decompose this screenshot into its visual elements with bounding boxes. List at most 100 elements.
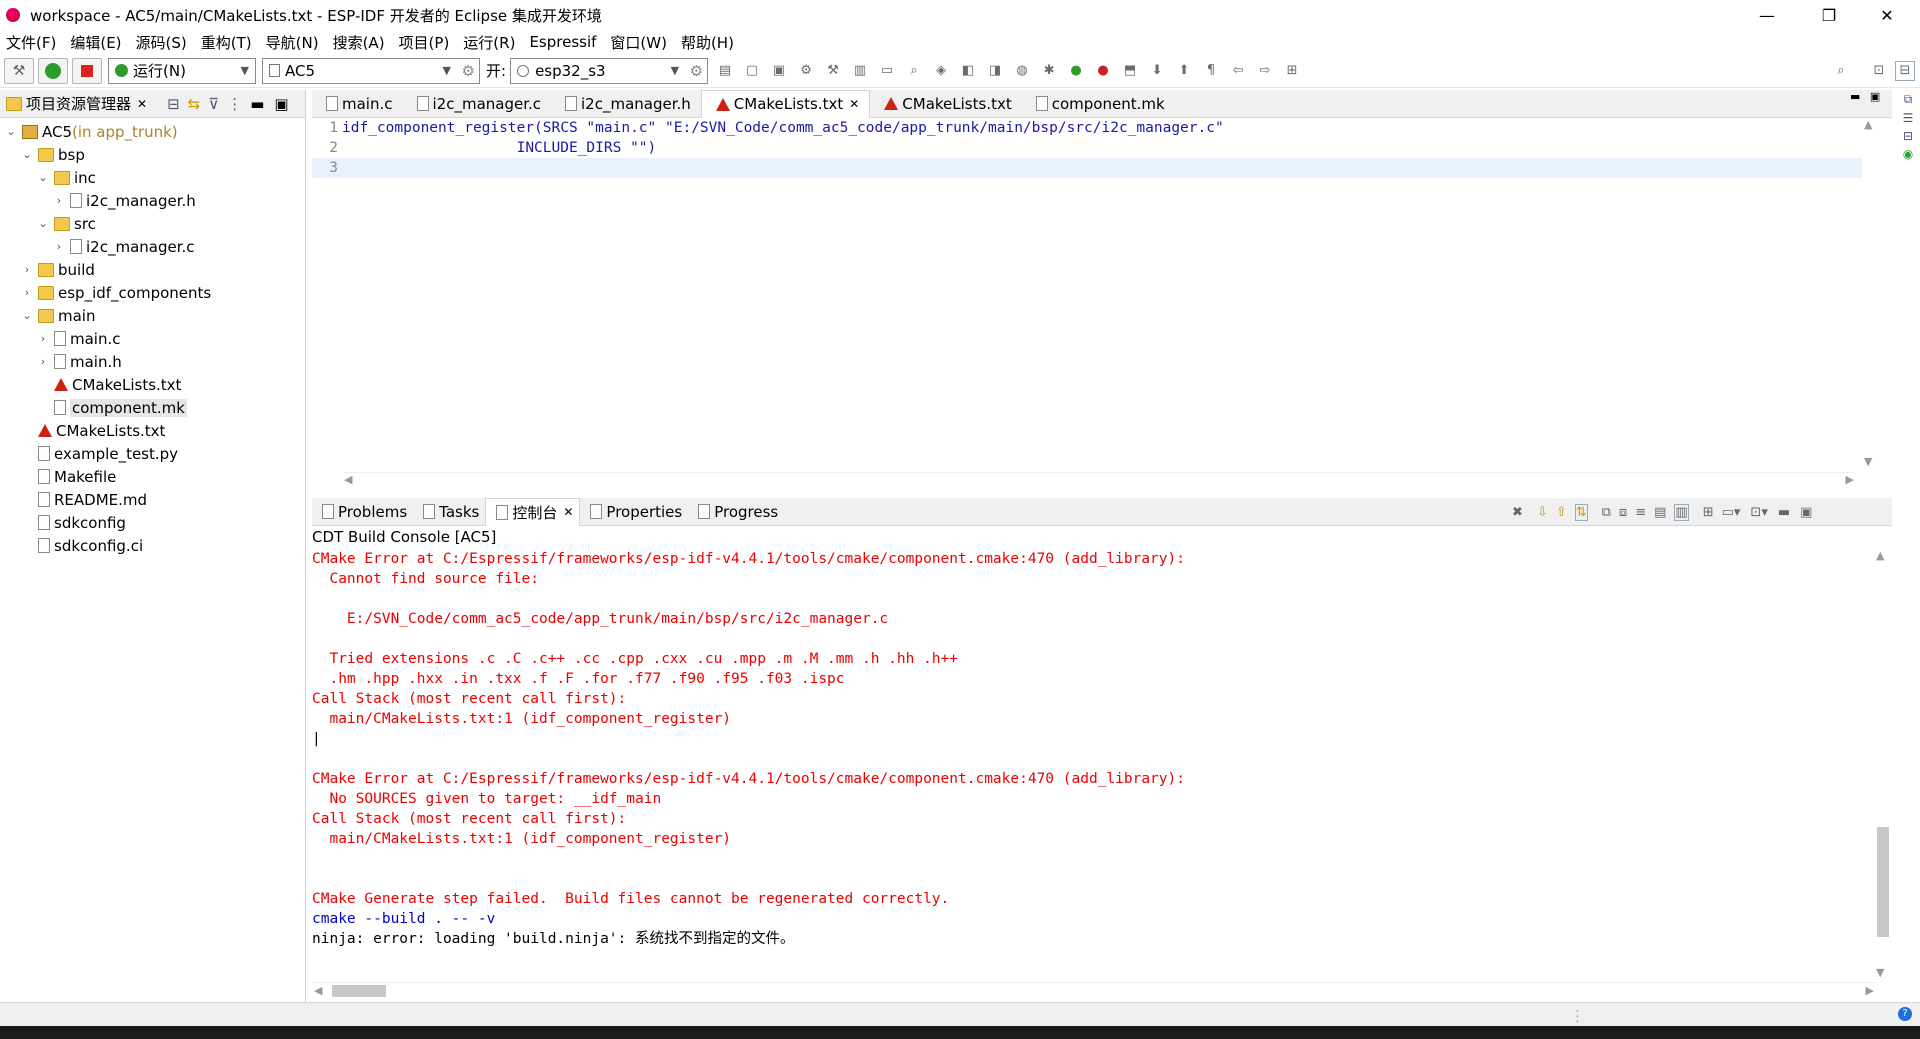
- collapse-all-icon[interactable]: ⊟: [167, 95, 180, 113]
- code-editor[interactable]: 1 idf_component_register(SRCS "main.c" "E…: [312, 118, 1862, 472]
- help-icon[interactable]: ?: [1898, 1007, 1912, 1021]
- chevron-right-icon[interactable]: ›: [36, 332, 50, 345]
- close-icon[interactable]: ✕: [849, 97, 859, 111]
- next-annotation-icon[interactable]: ⬇: [1147, 61, 1167, 81]
- project-explorer-tab[interactable]: 项目资源管理器 ✕ ⊟ ⇆ ⊽ ⋮ ▬ ▣: [0, 90, 305, 118]
- launch-button[interactable]: [38, 57, 68, 84]
- maximize-view-icon[interactable]: ▣: [274, 95, 288, 113]
- scroll-up-icon[interactable]: ▲: [1864, 118, 1872, 131]
- menu-item[interactable]: Espressif: [529, 33, 596, 51]
- menu-item[interactable]: 运行(R): [463, 32, 515, 53]
- chevron-right-icon[interactable]: ›: [52, 240, 66, 253]
- tree-item[interactable]: › esp_idf_components: [0, 281, 305, 304]
- scroll-down-icon[interactable]: ▼: [1864, 455, 1872, 468]
- tree-item[interactable]: CMakeLists.txt: [0, 419, 305, 442]
- debug-icon[interactable]: ✱: [1039, 61, 1059, 81]
- editor-tab[interactable]: main.c: [312, 90, 403, 118]
- scroll-left-icon[interactable]: ◀: [344, 473, 352, 486]
- menu-item[interactable]: 搜索(A): [333, 32, 385, 53]
- scroll-thumb[interactable]: [332, 985, 386, 997]
- chevron-right-icon[interactable]: ›: [20, 263, 34, 276]
- tree-item[interactable]: ⌄ AC5 (in app_trunk): [0, 120, 305, 143]
- editor-tab[interactable]: i2c_manager.c: [403, 90, 552, 118]
- close-icon[interactable]: ✕: [137, 97, 147, 111]
- scroll-right-icon[interactable]: ▶: [1846, 473, 1854, 486]
- scroll-thumb[interactable]: [1877, 827, 1889, 937]
- scroll-down-icon[interactable]: ▼: [1876, 966, 1884, 979]
- forward-icon[interactable]: ⇨: [1255, 61, 1275, 81]
- make-target-icon[interactable]: ◉: [1903, 147, 1913, 161]
- scroll-lock-down-icon[interactable]: ⇩: [1537, 505, 1548, 520]
- tree-item[interactable]: › i2c_manager.c: [0, 235, 305, 258]
- editor-tab[interactable]: i2c_manager.h: [551, 90, 701, 118]
- chevron-down-icon[interactable]: ⌄: [20, 309, 34, 322]
- toggle-mark-icon[interactable]: ¶: [1201, 61, 1221, 81]
- tree-item[interactable]: › main.h: [0, 350, 305, 373]
- clear-console-icon[interactable]: ✖: [1512, 505, 1523, 520]
- tree-item[interactable]: › i2c_manager.h: [0, 189, 305, 212]
- tree-item[interactable]: sdkconfig.ci: [0, 534, 305, 557]
- outline-icon[interactable]: ☰: [1903, 111, 1914, 125]
- tree-item[interactable]: README.md: [0, 488, 305, 511]
- new-project-icon[interactable]: ◈: [931, 61, 951, 81]
- maximize-view-icon[interactable]: ▣: [1800, 505, 1812, 520]
- minimize-view-icon[interactable]: ▬: [1850, 90, 1860, 103]
- chevron-down-icon[interactable]: ⌄: [4, 125, 18, 138]
- tree-item[interactable]: ⌄ bsp: [0, 143, 305, 166]
- prev-annotation-icon[interactable]: ⬆: [1174, 61, 1194, 81]
- include-browser-icon[interactable]: ⊟: [1903, 129, 1913, 143]
- new-console-icon[interactable]: ⊞: [1703, 505, 1714, 520]
- tree-item[interactable]: ⌄ src: [0, 212, 305, 235]
- build-hammer-button[interactable]: ⚒: [4, 57, 34, 84]
- run-icon[interactable]: ●: [1066, 61, 1086, 81]
- save-log-icon[interactable]: ▤: [1654, 505, 1666, 520]
- menu-item[interactable]: 窗口(W): [610, 32, 667, 53]
- menu-item[interactable]: 源码(S): [136, 32, 187, 53]
- open-console-icon[interactable]: ▭▾: [1722, 505, 1741, 520]
- menu-item[interactable]: 项目(P): [399, 32, 450, 53]
- launch-config-select[interactable]: AC5 ▼ ⚙: [262, 57, 480, 84]
- open-type-icon[interactable]: ◍: [1012, 61, 1032, 81]
- chevron-down-icon[interactable]: ⌄: [36, 171, 50, 184]
- editor-tab[interactable]: component.mk: [1022, 90, 1175, 118]
- target-select[interactable]: esp32_s3 ▼ ⚙: [510, 57, 709, 84]
- gear-icon[interactable]: ⚙: [690, 62, 703, 80]
- scroll-lock-up-icon[interactable]: ⇧: [1556, 505, 1567, 520]
- view-menu-icon[interactable]: ⊡▾: [1750, 505, 1767, 520]
- menu-item[interactable]: 导航(N): [266, 32, 319, 53]
- gear-icon[interactable]: ⚙: [462, 62, 475, 80]
- bottom-tab[interactable]: Properties: [580, 498, 688, 526]
- chevron-right-icon[interactable]: ›: [52, 194, 66, 207]
- stop-button[interactable]: [72, 57, 102, 84]
- editor-hscrollbar[interactable]: ◀ ▶: [344, 472, 1854, 486]
- view-menu-icon[interactable]: ⋮: [227, 95, 242, 113]
- tree-item[interactable]: ⌄ main: [0, 304, 305, 327]
- build-icon[interactable]: ⚒: [823, 61, 843, 81]
- console-hscrollbar[interactable]: ◀ ▶: [312, 982, 1876, 998]
- new-class-icon[interactable]: ◨: [985, 61, 1005, 81]
- bottom-tab[interactable]: Problems: [312, 498, 413, 526]
- open-task-icon[interactable]: ⬒: [1120, 61, 1140, 81]
- new-icon[interactable]: ▤: [715, 61, 735, 81]
- filter-icon[interactable]: ⊽: [208, 95, 219, 113]
- word-wrap-icon[interactable]: ≡: [1635, 505, 1646, 520]
- display-console-icon[interactable]: ▥: [1674, 503, 1689, 521]
- code-line[interactable]: 3: [312, 158, 1862, 178]
- scroll-right-icon[interactable]: ▶: [1866, 984, 1874, 997]
- bottom-tab[interactable]: 控制台 ✕: [485, 497, 581, 526]
- pin-console-icon[interactable]: ⇅: [1574, 503, 1588, 521]
- link-editor-icon[interactable]: ⇆: [188, 95, 201, 113]
- minimize-button[interactable]: —: [1740, 0, 1794, 30]
- restore-button[interactable]: ❐: [1802, 0, 1856, 30]
- tree-item[interactable]: example_test.py: [0, 442, 305, 465]
- copy-build-log-icon[interactable]: ⧉: [1602, 505, 1611, 520]
- run-mode-select[interactable]: 运行(N) ▼: [108, 57, 256, 84]
- scroll-up-icon[interactable]: ▲: [1876, 549, 1884, 562]
- code-line[interactable]: 1 idf_component_register(SRCS "main.c" "E…: [312, 118, 1862, 138]
- terminal-icon[interactable]: ▥: [850, 61, 870, 81]
- tree-item[interactable]: Makefile: [0, 465, 305, 488]
- pin-editor-icon[interactable]: ⊞: [1282, 61, 1302, 81]
- chevron-right-icon[interactable]: ›: [20, 286, 34, 299]
- maximize-view-icon[interactable]: ▣: [1870, 90, 1880, 103]
- minimize-view-icon[interactable]: ▬: [1778, 505, 1790, 520]
